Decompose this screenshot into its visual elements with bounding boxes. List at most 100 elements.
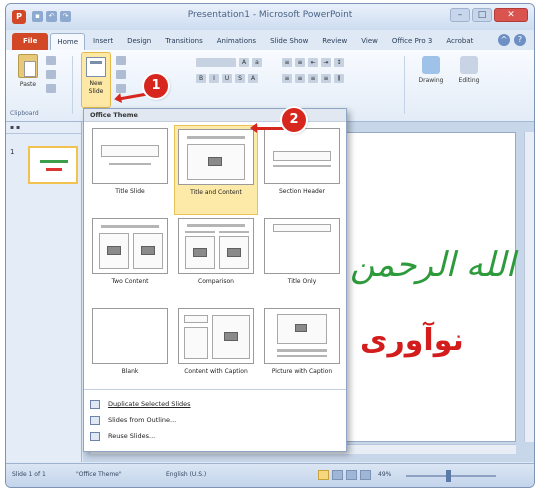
close-button[interactable]: ✕ (494, 8, 528, 22)
maximize-button[interactable]: □ (472, 8, 492, 22)
text-direction-icon[interactable]: ↕ (334, 58, 344, 67)
format-painter-icon[interactable] (46, 84, 56, 93)
callout-badge-2: 2 (282, 108, 306, 132)
caption-text-box (184, 327, 208, 359)
vertical-scrollbar[interactable] (524, 132, 534, 442)
tab-slide-show[interactable]: Slide Show (264, 33, 314, 50)
tab-design[interactable]: Design (121, 33, 157, 50)
duplicate-slides-item[interactable]: Duplicate Selected Slides (90, 396, 340, 412)
bold-icon[interactable]: B (196, 74, 206, 83)
tab-insert[interactable]: Insert (87, 33, 119, 50)
paste-button[interactable]: Paste (14, 54, 42, 104)
increase-indent-icon[interactable]: ⇥ (321, 58, 331, 67)
columns-icon[interactable]: ⫼ (334, 74, 344, 83)
reuse-slides-item[interactable]: Reuse Slides... (90, 428, 340, 444)
justify-icon[interactable]: ≡ (321, 74, 331, 83)
paragraph-row-2: ≡ ≡ ≡ ≡ ⫼ (282, 74, 344, 83)
slideshow-view-icon[interactable] (360, 470, 371, 480)
section-title-placeholder (273, 151, 331, 161)
numbering-icon[interactable]: ≡ (295, 58, 305, 67)
italic-icon[interactable]: I (209, 74, 219, 83)
tab-review[interactable]: Review (316, 33, 353, 50)
new-slide-button[interactable]: New Slide (81, 52, 111, 108)
tab-file[interactable]: File (12, 33, 49, 50)
grow-font-icon[interactable]: A (239, 58, 249, 67)
normal-view-icon[interactable] (318, 470, 329, 480)
paragraph-row-1: ≡ ≡ ⇤ ⇥ ↕ (282, 58, 344, 67)
layout-picture-with-caption[interactable]: Picture with Caption (260, 305, 344, 395)
layout-title-and-content[interactable]: Title and Content (174, 125, 258, 215)
layout-blank[interactable]: Blank (88, 305, 172, 395)
font-name-box[interactable] (196, 58, 236, 67)
drawing-button[interactable]: Drawing (416, 56, 446, 84)
tab-animations[interactable]: Animations (211, 33, 262, 50)
caption-text-line (277, 355, 327, 357)
callout-badge-1: 1 (144, 74, 168, 98)
reset-icon[interactable] (116, 70, 126, 79)
layout-thumbnail (178, 129, 254, 185)
copy-icon[interactable] (46, 70, 56, 79)
align-left-icon[interactable]: ≡ (282, 74, 292, 83)
align-right-icon[interactable]: ≡ (308, 74, 318, 83)
right-heading-line (219, 231, 249, 233)
bullets-icon[interactable]: ≡ (282, 58, 292, 67)
cut-icon[interactable] (46, 56, 56, 65)
layout-content-with-caption[interactable]: Content with Caption (174, 305, 258, 395)
align-center-icon[interactable]: ≡ (295, 74, 305, 83)
slide-arabic-heading[interactable]: بسم الله الرحمن (350, 245, 534, 285)
minimize-ribbon-icon[interactable]: ^ (498, 34, 510, 46)
layout-section-header[interactable]: Section Header (260, 125, 344, 215)
font-color-icon[interactable]: A (248, 74, 258, 83)
tab-view[interactable]: View (355, 33, 384, 50)
slide-number: 1 (10, 148, 15, 156)
editing-button[interactable]: Editing (454, 56, 484, 84)
slide-sorter-icon[interactable] (332, 470, 343, 480)
layout-thumbnail (264, 128, 340, 184)
layout-name: Title Slide (115, 188, 145, 195)
new-slide-icon (86, 57, 106, 77)
help-icon[interactable]: ? (514, 34, 526, 46)
layout-thumbnail (92, 128, 168, 184)
panel-tabs[interactable]: ▪ ▪ (6, 122, 81, 134)
minimize-button[interactable]: – (450, 8, 470, 22)
drawing-label: Drawing (418, 77, 444, 84)
group-separator (404, 56, 405, 114)
zoom-slider[interactable] (406, 475, 496, 477)
language[interactable]: English (U.S.) (166, 471, 206, 478)
subtitle-line (109, 163, 151, 165)
reading-view-icon[interactable] (346, 470, 357, 480)
content-icon (224, 332, 238, 341)
title-bar: P ▪ ↶ ↷ Presentation1 - Microsoft PowerP… (6, 4, 534, 30)
layout-name: Blank (121, 368, 139, 375)
title-placeholder (273, 224, 331, 232)
slides-from-outline-item[interactable]: Slides from Outline... (90, 412, 340, 428)
shrink-font-icon[interactable]: a (252, 58, 262, 67)
zoom-slider-thumb[interactable] (446, 470, 451, 482)
strikethrough-icon[interactable]: S (235, 74, 245, 83)
section-icon[interactable] (116, 84, 126, 93)
layout-title-slide[interactable]: Title Slide (88, 125, 172, 215)
slide-arabic-title[interactable]: نوآوری (360, 323, 464, 358)
layout-menu-actions: Duplicate Selected Slides Slides from Ou… (84, 389, 346, 451)
title-line (187, 224, 245, 227)
underline-icon[interactable]: U (222, 74, 232, 83)
layout-icon[interactable] (116, 56, 126, 65)
content-icon (193, 248, 207, 257)
ribbon-tabs: File Home Insert Design Transitions Anim… (6, 30, 534, 50)
layout-thumbnail (264, 218, 340, 274)
tab-home[interactable]: Home (50, 33, 85, 50)
layout-name: Picture with Caption (271, 368, 333, 375)
decrease-indent-icon[interactable]: ⇤ (308, 58, 318, 67)
left-heading-line (185, 231, 215, 233)
menu-item-label: Reuse Slides... (108, 432, 156, 440)
layout-comparison[interactable]: Comparison (174, 215, 258, 305)
content-icon (208, 157, 222, 166)
slide-thumbnail[interactable] (28, 146, 78, 184)
layout-two-content[interactable]: Two Content (88, 215, 172, 305)
layout-name: Title and Content (190, 189, 242, 196)
zoom-level[interactable]: 49% (378, 471, 391, 478)
layout-title-only[interactable]: Title Only (260, 215, 344, 305)
tab-acrobat[interactable]: Acrobat (440, 33, 479, 50)
tab-transitions[interactable]: Transitions (159, 33, 209, 50)
tab-office-pro[interactable]: Office Pro 3 (386, 33, 438, 50)
